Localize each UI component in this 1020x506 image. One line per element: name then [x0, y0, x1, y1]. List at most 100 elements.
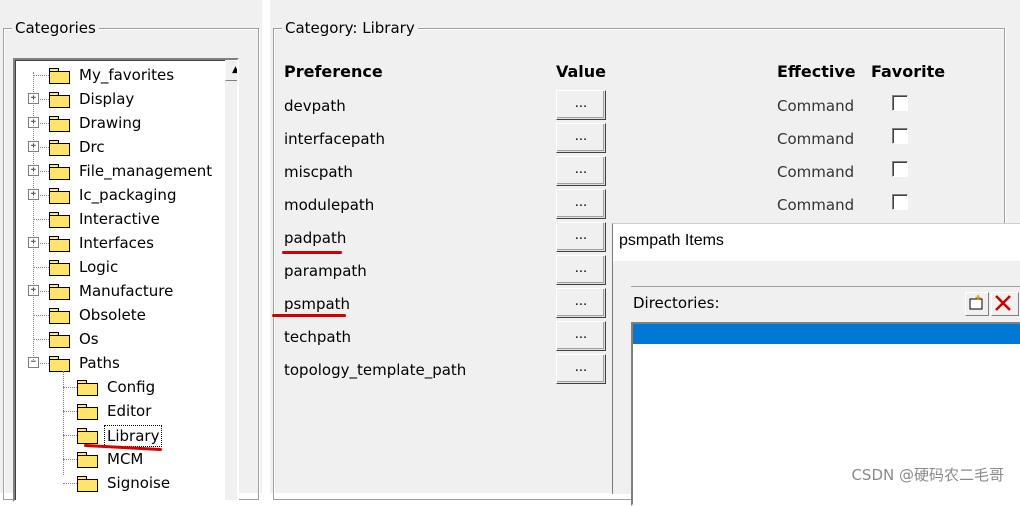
tree-item-label: Paths [79, 354, 120, 372]
tree-item-signoise[interactable]: Signoise [15, 471, 223, 495]
browse-button-topology_template_path[interactable]: ... [556, 354, 606, 384]
header-effective: Effective [777, 62, 856, 81]
tree-item-paths[interactable]: − Paths [15, 351, 223, 375]
tree-item-label: Interactive [79, 210, 160, 228]
tree-item-drawing[interactable]: + Drawing [15, 111, 223, 135]
folder-icon [49, 188, 70, 204]
tree-item-config[interactable]: Config [15, 375, 223, 399]
browse-button-modulepath[interactable]: ... [556, 189, 606, 219]
pref-name-padpath: padpath [284, 229, 347, 247]
folder-icon [77, 380, 98, 396]
tree-item-label: Os [79, 330, 99, 348]
tree-item-ic_packaging[interactable]: + Ic_packaging [15, 183, 223, 207]
pref-name-interfacepath: interfacepath [284, 130, 386, 148]
tree-item-label: Ic_packaging [79, 186, 177, 204]
tree-root-line [33, 72, 34, 360]
folder-icon [49, 308, 70, 324]
tree-item-mcm[interactable]: MCM [15, 447, 223, 471]
pref-name-topology_template_path: topology_template_path [284, 361, 467, 379]
pref-name-psmpath: psmpath [284, 295, 351, 313]
annotation-underline-psmpath [272, 314, 346, 317]
category-title: Category: Library [282, 18, 418, 38]
pref-name-parampath: parampath [284, 262, 367, 280]
favorite-checkbox-modulepath[interactable] [892, 194, 908, 210]
tree-item-label: Logic [79, 258, 119, 276]
effective-modulepath: Command [777, 196, 855, 214]
tree-item-label: Library [104, 425, 163, 447]
tree-item-file_management[interactable]: + File_management [15, 159, 223, 183]
tree-item-label: MCM [107, 450, 144, 468]
folder-icon [49, 236, 70, 252]
category-tree[interactable]: ▲ My_favorites + Display + Drawing + Drc + File_… [13, 58, 239, 502]
folder-icon [49, 212, 70, 228]
dialog-title: psmpath Items [619, 232, 724, 249]
browse-button-padpath[interactable]: ... [556, 222, 606, 252]
tree-item-os[interactable]: Os [15, 327, 223, 351]
tree-item-label: Editor [107, 402, 152, 420]
header-value: Value [556, 62, 607, 81]
folder-icon [49, 332, 70, 348]
tree-connector [33, 339, 49, 340]
tree-connector [33, 219, 49, 220]
browse-button-miscpath[interactable]: ... [556, 156, 606, 186]
pref-name-miscpath: miscpath [284, 163, 353, 181]
tree-item-interactive[interactable]: Interactive [15, 207, 223, 231]
folder-icon [49, 140, 70, 156]
tree-item-drc[interactable]: + Drc [15, 135, 223, 159]
watermark: CSDN @硬码农二毛哥 [851, 466, 1004, 484]
folder-icon [49, 116, 70, 132]
tree-item-obsolete[interactable]: Obsolete [15, 303, 223, 327]
delete-icon [995, 295, 1011, 311]
folder-icon [49, 164, 70, 180]
scroll-up-button[interactable]: ▲ [225, 60, 237, 81]
new-directory-button[interactable] [965, 292, 989, 316]
tree-item-interfaces[interactable]: + Interfaces [15, 231, 223, 255]
tree-item-editor[interactable]: Editor [15, 399, 223, 423]
directories-label: Directories: [633, 294, 720, 312]
tree-item-label: Drawing [79, 114, 142, 132]
directories-selected-row[interactable] [633, 324, 1020, 344]
tree-item-label: File_management [79, 162, 213, 180]
folder-icon [49, 260, 70, 276]
browse-button-parampath[interactable]: ... [556, 255, 606, 285]
tree-item-logic[interactable]: Logic [15, 255, 223, 279]
folder-icon [49, 356, 70, 372]
effective-miscpath: Command [777, 163, 855, 181]
pref-name-modulepath: modulepath [284, 196, 375, 214]
annotation-underline-padpath [282, 251, 342, 254]
browse-button-techpath[interactable]: ... [556, 321, 606, 351]
browse-button-psmpath[interactable]: ... [556, 288, 606, 318]
tree-paths-line [63, 371, 64, 475]
pref-name-techpath: techpath [284, 328, 351, 346]
pref-name-devpath: devpath [284, 97, 346, 115]
browse-button-devpath[interactable]: ... [556, 90, 606, 120]
header-preference: Preference [284, 62, 383, 81]
folder-icon [77, 404, 98, 420]
tree-item-label: Interfaces [79, 234, 154, 252]
folder-icon [49, 68, 70, 84]
tree-item-label: My_favorites [79, 66, 175, 84]
tree-item-my_favorites[interactable]: My_favorites [15, 63, 223, 87]
folder-icon [49, 92, 70, 108]
dialog-titlebar[interactable]: psmpath Items [613, 224, 1020, 261]
tree-item-display[interactable]: + Display [15, 87, 223, 111]
favorite-checkbox-devpath[interactable] [892, 95, 908, 111]
tree-item-label: Config [107, 378, 156, 396]
folder-icon [77, 476, 98, 492]
tree-item-label: Drc [79, 138, 105, 156]
categories-panel: Categories ▲ My_favorites + Display + Drawin… [0, 0, 262, 502]
tree-scrollbar[interactable]: ▲ [225, 60, 237, 500]
delete-directory-button[interactable] [991, 292, 1019, 316]
effective-interfacepath: Command [777, 130, 855, 148]
categories-title: Categories [12, 18, 99, 38]
folder-icon [77, 428, 98, 444]
browse-button-interfacepath[interactable]: ... [556, 123, 606, 153]
favorite-checkbox-interfacepath[interactable] [892, 128, 908, 144]
favorite-checkbox-miscpath[interactable] [892, 161, 908, 177]
effective-devpath: Command [777, 97, 855, 115]
tree-item-manufacture[interactable]: + Manufacture [15, 279, 223, 303]
tree-item-library[interactable]: Library [15, 423, 223, 447]
tree-item-label: Signoise [107, 474, 171, 492]
tree-connector [33, 315, 49, 316]
folder-icon [77, 452, 98, 468]
